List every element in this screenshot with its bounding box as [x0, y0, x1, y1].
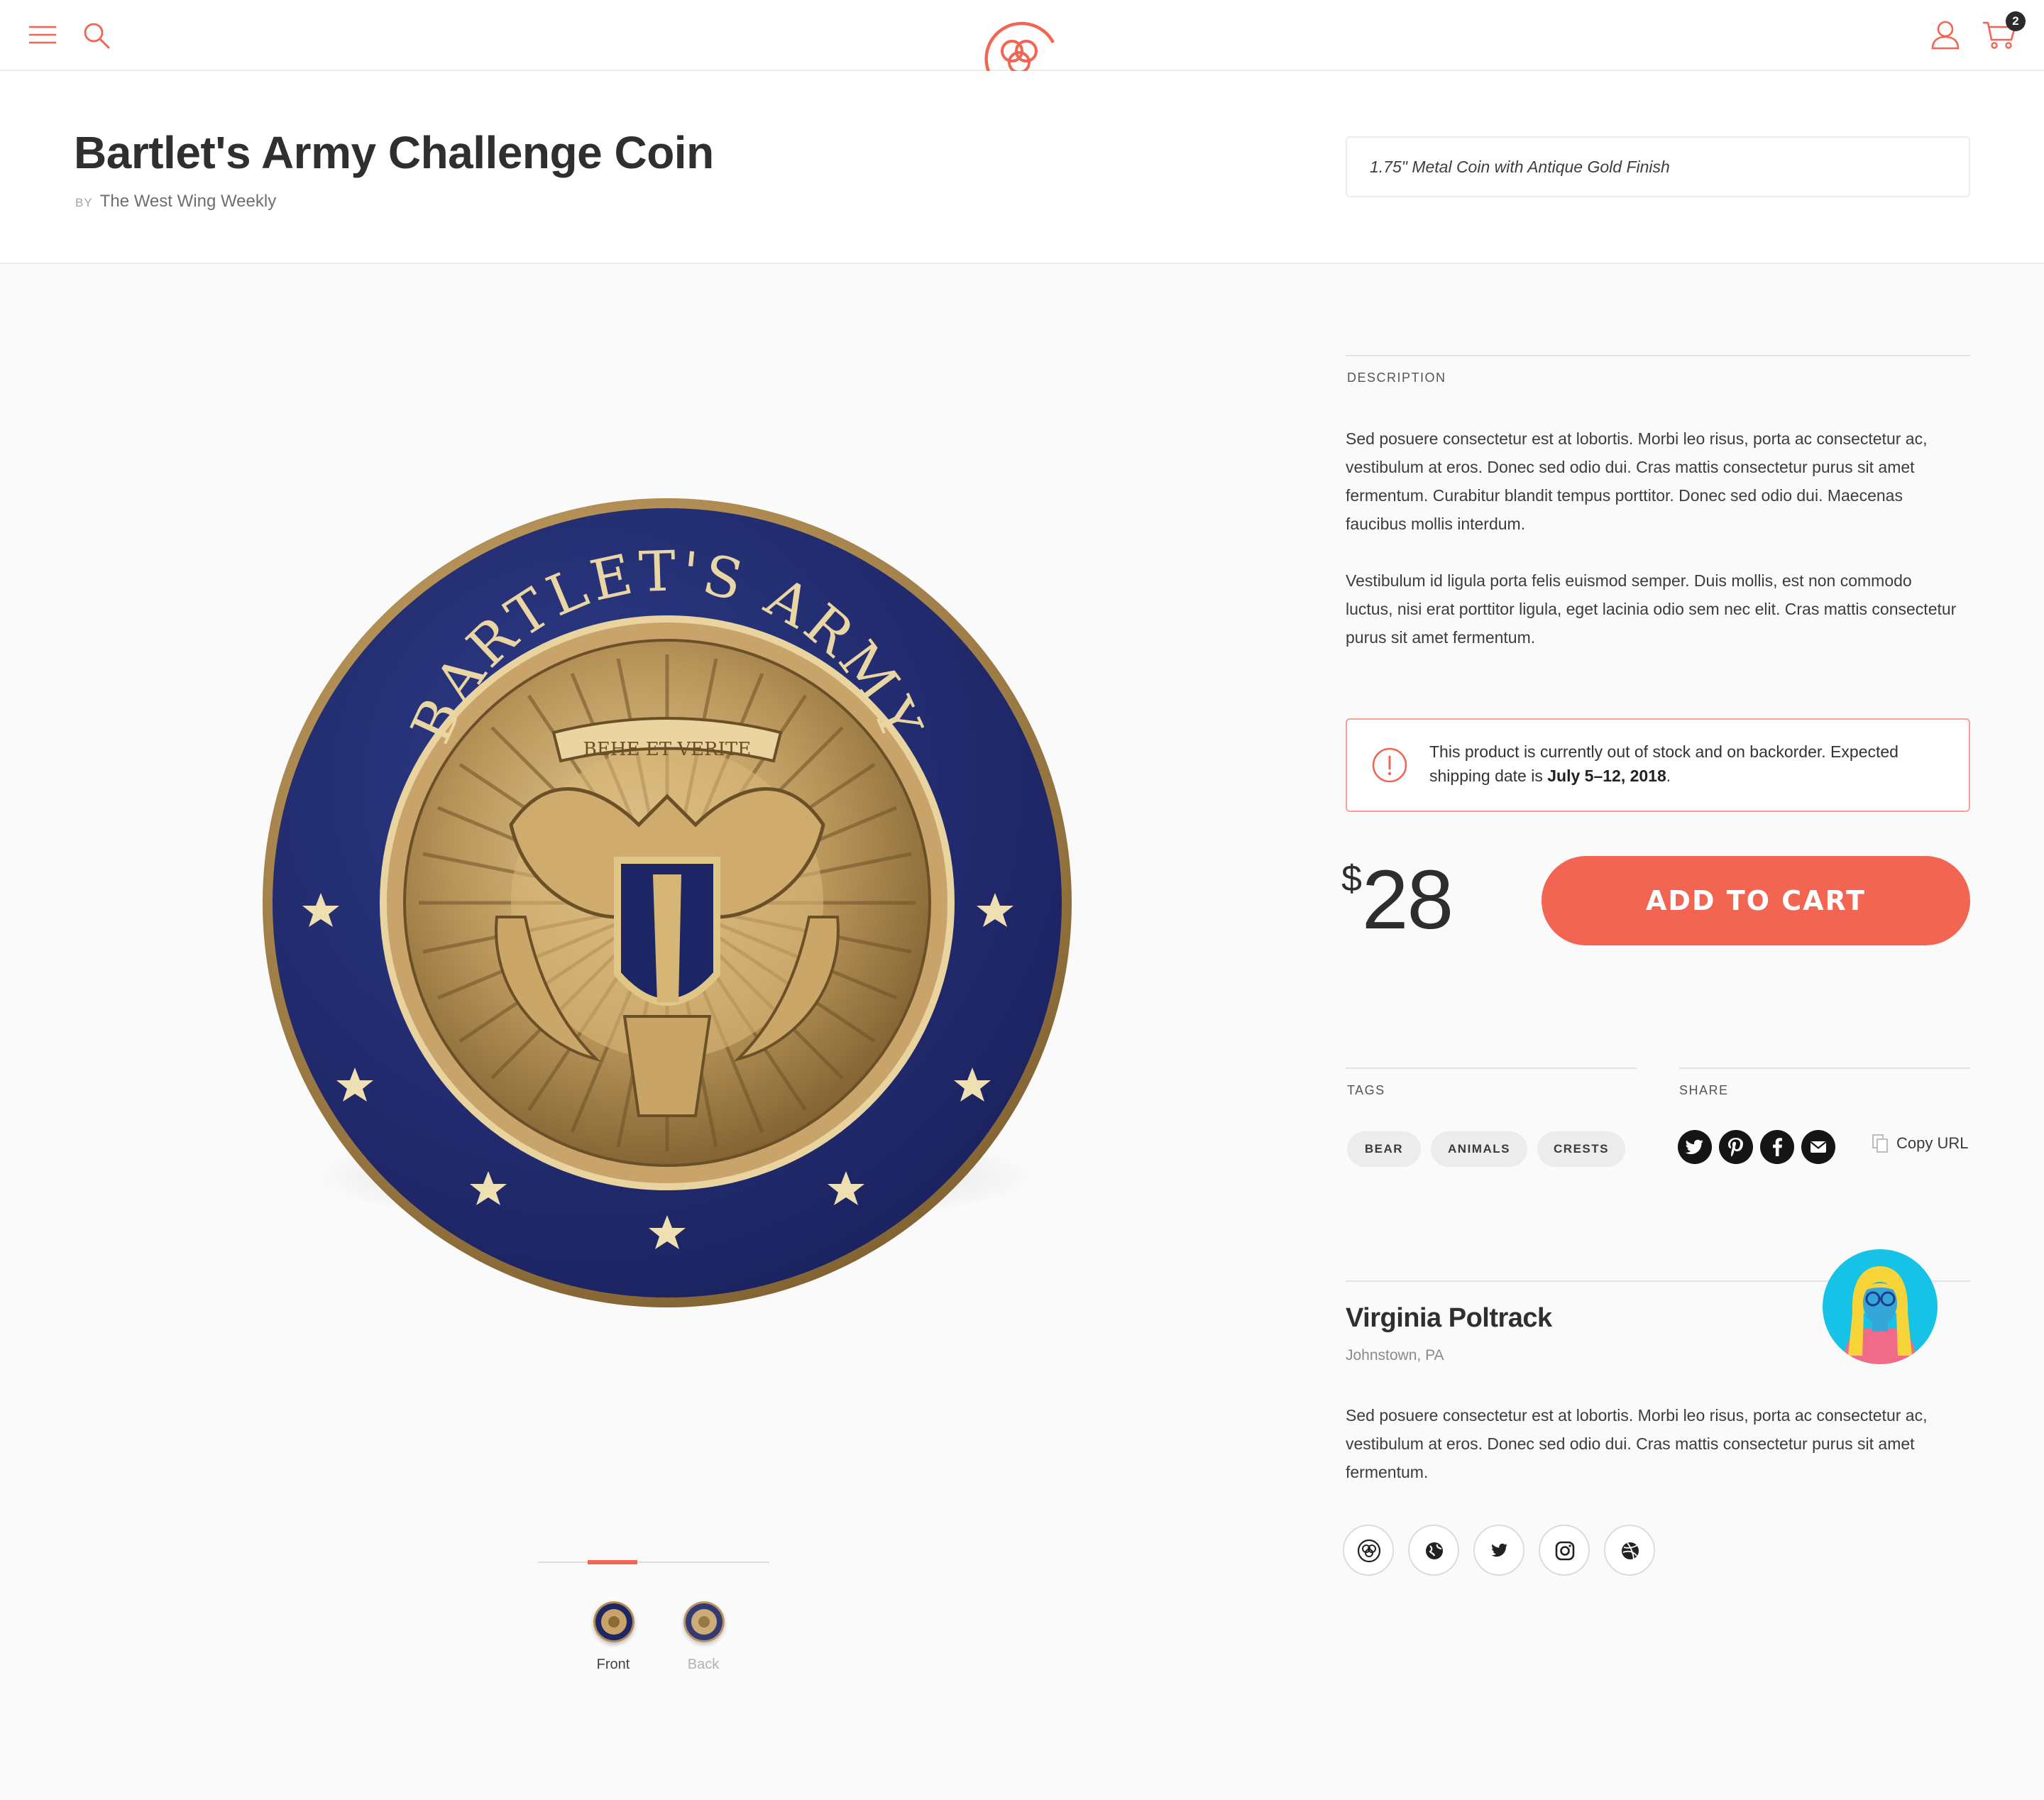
thumbnail-back[interactable] — [683, 1601, 725, 1642]
byline: BY The West Wing Weekly — [75, 192, 276, 212]
share-label: SHARE — [1679, 1083, 1729, 1097]
product-title: Bartlet's Army Challenge Coin — [74, 127, 714, 178]
tag-bear[interactable]: BEAR — [1347, 1131, 1421, 1167]
share-twitter-button[interactable] — [1678, 1130, 1712, 1164]
maker-website-link[interactable] — [1408, 1525, 1459, 1576]
twitter-icon — [1685, 1139, 1703, 1155]
maker-bio: Sed posuere consectetur est at lobortis.… — [1346, 1406, 1928, 1481]
copy-url-label: Copy URL — [1896, 1134, 1969, 1152]
add-to-cart-button[interactable]: ADD TO CART — [1542, 856, 1970, 945]
maker-twitter-link[interactable] — [1473, 1525, 1524, 1576]
shop-icon — [1357, 1539, 1381, 1563]
maker-dribbble-link[interactable] — [1604, 1525, 1655, 1576]
price-currency: $ — [1341, 858, 1362, 899]
gallery-active-indicator — [588, 1560, 637, 1564]
stock-alert-text: This product is currently out of stock a… — [1429, 742, 1899, 785]
search-icon[interactable] — [82, 21, 111, 50]
pinterest-icon — [1728, 1138, 1743, 1157]
coin-motto: ВЕНЕ ЕТ VERITE — [583, 739, 752, 760]
tag-animals[interactable]: ANIMALS — [1431, 1131, 1527, 1167]
byline-label: BY — [75, 196, 93, 209]
copy-icon — [1872, 1134, 1888, 1153]
email-icon — [1810, 1141, 1827, 1153]
maker-name[interactable]: Virginia Poltrack — [1346, 1303, 1552, 1334]
author-link[interactable]: The West Wing Weekly — [100, 192, 277, 211]
share-email-button[interactable] — [1801, 1130, 1835, 1164]
gallery-track — [538, 1562, 769, 1563]
share-divider — [1679, 1068, 1970, 1069]
thumbnail-front[interactable] — [593, 1601, 634, 1642]
tags-label: TAGS — [1347, 1083, 1385, 1097]
copy-url-button[interactable]: Copy URL — [1872, 1134, 1968, 1153]
description-paragraph-2: Vestibulum id ligula porta felis euismod… — [1346, 571, 1957, 647]
facebook-icon — [1773, 1138, 1782, 1156]
account-icon[interactable] — [1930, 20, 1960, 50]
thumbnail-label-back[interactable]: Back — [668, 1657, 739, 1673]
dribbble-icon — [1622, 1542, 1639, 1560]
maker-instagram-link[interactable] — [1539, 1525, 1590, 1576]
stock-alert: This product is currently out of stock a… — [1346, 718, 1970, 812]
thumbnail-label-front[interactable]: Front — [578, 1657, 649, 1673]
top-navigation: 2 — [0, 0, 2044, 97]
description-paragraph-1: Sed posuere consectetur est at lobortis.… — [1346, 429, 1928, 533]
hamburger-menu-icon[interactable] — [28, 23, 57, 47]
variant-selector[interactable]: 1.75" Metal Coin with Antique Gold Finis… — [1346, 136, 1970, 197]
warning-icon — [1372, 747, 1407, 783]
tags-divider — [1346, 1068, 1637, 1069]
share-pinterest-button[interactable] — [1719, 1130, 1753, 1164]
share-facebook-button[interactable] — [1760, 1130, 1794, 1164]
product-image: ВЕНЕ ЕТ VERITE BARTLET'S ARMY — [263, 498, 1072, 1307]
product-header: Bartlet's Army Challenge Coin BY The West… — [0, 71, 2044, 264]
description-divider — [1346, 355, 1970, 356]
maker-avatar[interactable] — [1823, 1249, 1938, 1364]
twitter-icon — [1491, 1543, 1508, 1557]
description-label: DESCRIPTION — [1347, 371, 1446, 385]
instagram-icon — [1555, 1541, 1575, 1561]
tag-crests[interactable]: CRESTS — [1537, 1131, 1625, 1167]
maker-shop-link[interactable] — [1343, 1525, 1394, 1576]
price-amount: 28 — [1361, 853, 1454, 947]
cart-count-badge: 2 — [2006, 11, 2026, 31]
maker-location: Johnstown, PA — [1346, 1347, 1444, 1363]
price: $28 — [1341, 852, 1454, 948]
globe-icon — [1426, 1542, 1443, 1559]
shipping-date: July 5–12, 2018 — [1547, 767, 1666, 785]
